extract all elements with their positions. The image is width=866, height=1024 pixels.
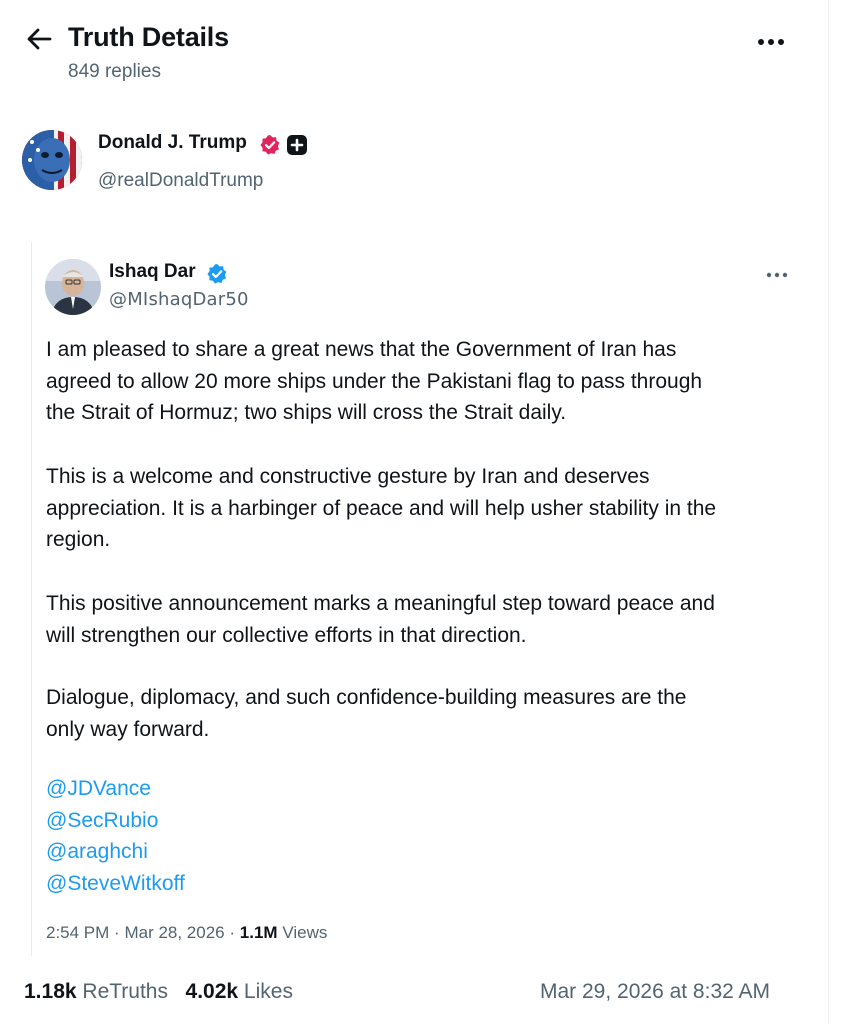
more-horizontal-icon[interactable]	[763, 266, 791, 284]
retruths-count: 1.18k	[24, 980, 77, 1003]
post-text-line: appreciation. It is a harbinger of peace…	[46, 496, 717, 520]
likes-stat[interactable]: 4.02k Likes	[186, 980, 293, 1003]
avatar[interactable]	[22, 130, 82, 190]
post-text-line: will strengthen our collective efforts i…	[46, 623, 527, 647]
mention-link[interactable]: @JDVance	[46, 777, 151, 801]
mention-link[interactable]: @SteveWitkoff	[46, 872, 185, 896]
meta-separator: ·	[229, 923, 236, 942]
post-text-line: region.	[46, 528, 111, 551]
embedded-author-name[interactable]: Ishaq Dar	[109, 261, 196, 283]
replies-count[interactable]: 849 replies	[68, 61, 161, 83]
post-text-line: agreed to allow 20 more ships under the …	[46, 369, 703, 393]
more-horizontal-icon[interactable]	[752, 30, 790, 54]
post-timestamp: Mar 29, 2026 at 8:32 AM	[540, 980, 770, 1003]
retruths-stat[interactable]: 1.18k ReTruths	[24, 980, 168, 1003]
author-name[interactable]: Donald J. Trump	[98, 132, 247, 154]
avatar[interactable]	[45, 259, 101, 315]
mention-link[interactable]: @SecRubio	[46, 809, 158, 833]
post-text-line: Dialogue, diplomacy, and such confidence…	[46, 686, 687, 709]
page-right-border	[828, 0, 829, 1024]
post-text-line: the Strait of Hormuz; two ships will cro…	[46, 401, 567, 424]
retruths-label: ReTruths	[82, 980, 168, 1003]
verified-badge-icon	[207, 264, 227, 284]
post-text-line: I am pleased to share a great news that …	[46, 338, 677, 361]
embedded-post-date[interactable]: Mar 28, 2026	[124, 923, 224, 942]
embedded-post-meta: 2:54 PM · Mar 28, 2026 · 1.1M Views	[46, 923, 327, 943]
page-title: Truth Details	[68, 22, 229, 52]
likes-count: 4.02k	[185, 980, 239, 1003]
views-count: 1.1M	[239, 923, 278, 942]
arrow-left-icon[interactable]	[22, 22, 56, 56]
author-handle[interactable]: @realDonaldTrump	[98, 170, 263, 192]
embedded-post-time[interactable]: 2:54 PM	[46, 923, 109, 942]
engagement-stats: 1.18k ReTruths 4.02k Likes	[24, 980, 293, 1004]
verified-badge-icon	[260, 135, 280, 155]
likes-label: Likes	[243, 980, 293, 1003]
embedded-post-border	[31, 242, 32, 956]
post-text-line: This positive announcement marks a meani…	[46, 592, 715, 615]
mention-link[interactable]: @araghchi	[46, 840, 148, 864]
views-label: Views	[282, 923, 328, 942]
plus-badge-icon	[287, 135, 307, 155]
meta-separator: ·	[114, 923, 120, 942]
post-text-line: only way forward.	[46, 717, 210, 741]
post-text-line: This is a welcome and constructive gestu…	[46, 465, 650, 488]
embedded-author-handle[interactable]: @MIshaqDar50	[109, 289, 249, 310]
